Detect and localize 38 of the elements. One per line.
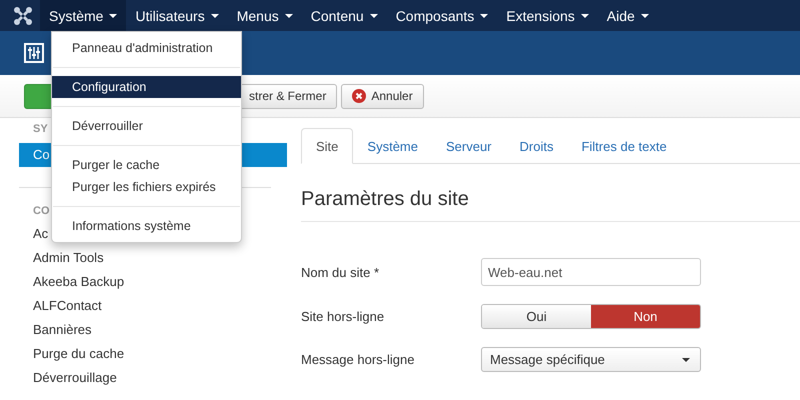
menu-item[interactable]: Purger les fichiers expirés bbox=[52, 176, 241, 198]
nav-menu-item[interactable]: Contenu bbox=[302, 0, 387, 31]
menu-item[interactable]: Informations système bbox=[52, 215, 241, 237]
field-label: Nom du site * bbox=[301, 264, 380, 280]
tab[interactable]: Droits bbox=[506, 128, 568, 164]
sidebar-item[interactable]: Purge du cache bbox=[19, 342, 287, 366]
nav-menu-item[interactable]: Utilisateurs bbox=[126, 0, 228, 31]
menu-item[interactable]: Configuration bbox=[52, 76, 241, 98]
tab[interactable]: Système bbox=[353, 128, 432, 164]
tab[interactable]: Filtres de texte bbox=[567, 128, 681, 164]
section-title: Paramètres du site bbox=[301, 188, 800, 222]
sidebar-item[interactable]: Admin Tools bbox=[19, 246, 287, 270]
nav-menu-item[interactable]: Extensions bbox=[497, 0, 598, 31]
sidebar-item[interactable]: ALFContact bbox=[19, 294, 287, 318]
tab[interactable]: Serveur bbox=[432, 128, 506, 164]
field-label: Site hors-ligne bbox=[301, 309, 386, 324]
cancel-button[interactable]: Annuler bbox=[341, 84, 424, 108]
settings-icon bbox=[24, 43, 44, 63]
sidebar-heading: CO bbox=[32, 204, 50, 219]
select-field[interactable]: Message spécifique bbox=[481, 347, 701, 372]
nav-menu-item[interactable]: Aide bbox=[598, 0, 658, 31]
menu-item[interactable]: Déverrouiller bbox=[52, 115, 241, 137]
nav-menu-item[interactable]: Système bbox=[40, 0, 126, 31]
sidebar-item[interactable]: Akeeba Backup bbox=[19, 270, 287, 294]
toggle-option[interactable]: Non bbox=[591, 305, 700, 328]
sidebar-item[interactable]: Déverrouillage bbox=[19, 366, 287, 390]
logo-icon[interactable] bbox=[12, 4, 34, 26]
menu-item[interactable]: Purger le cache bbox=[52, 154, 241, 176]
menu-item[interactable]: Panneau d'administration bbox=[52, 37, 241, 59]
sidebar-heading: SY bbox=[32, 122, 49, 137]
toggle-option[interactable]: Oui bbox=[482, 305, 591, 328]
field-label: Message hors-ligne bbox=[301, 352, 416, 367]
nav-menu-item[interactable]: Menus bbox=[228, 0, 302, 31]
input-field[interactable]: Web-eau.net bbox=[481, 258, 701, 286]
tab[interactable]: Site bbox=[301, 128, 354, 164]
nav-menu-item[interactable]: Composants bbox=[386, 0, 498, 31]
sidebar-item[interactable]: Bannières bbox=[19, 318, 287, 342]
close-icon bbox=[352, 89, 366, 103]
